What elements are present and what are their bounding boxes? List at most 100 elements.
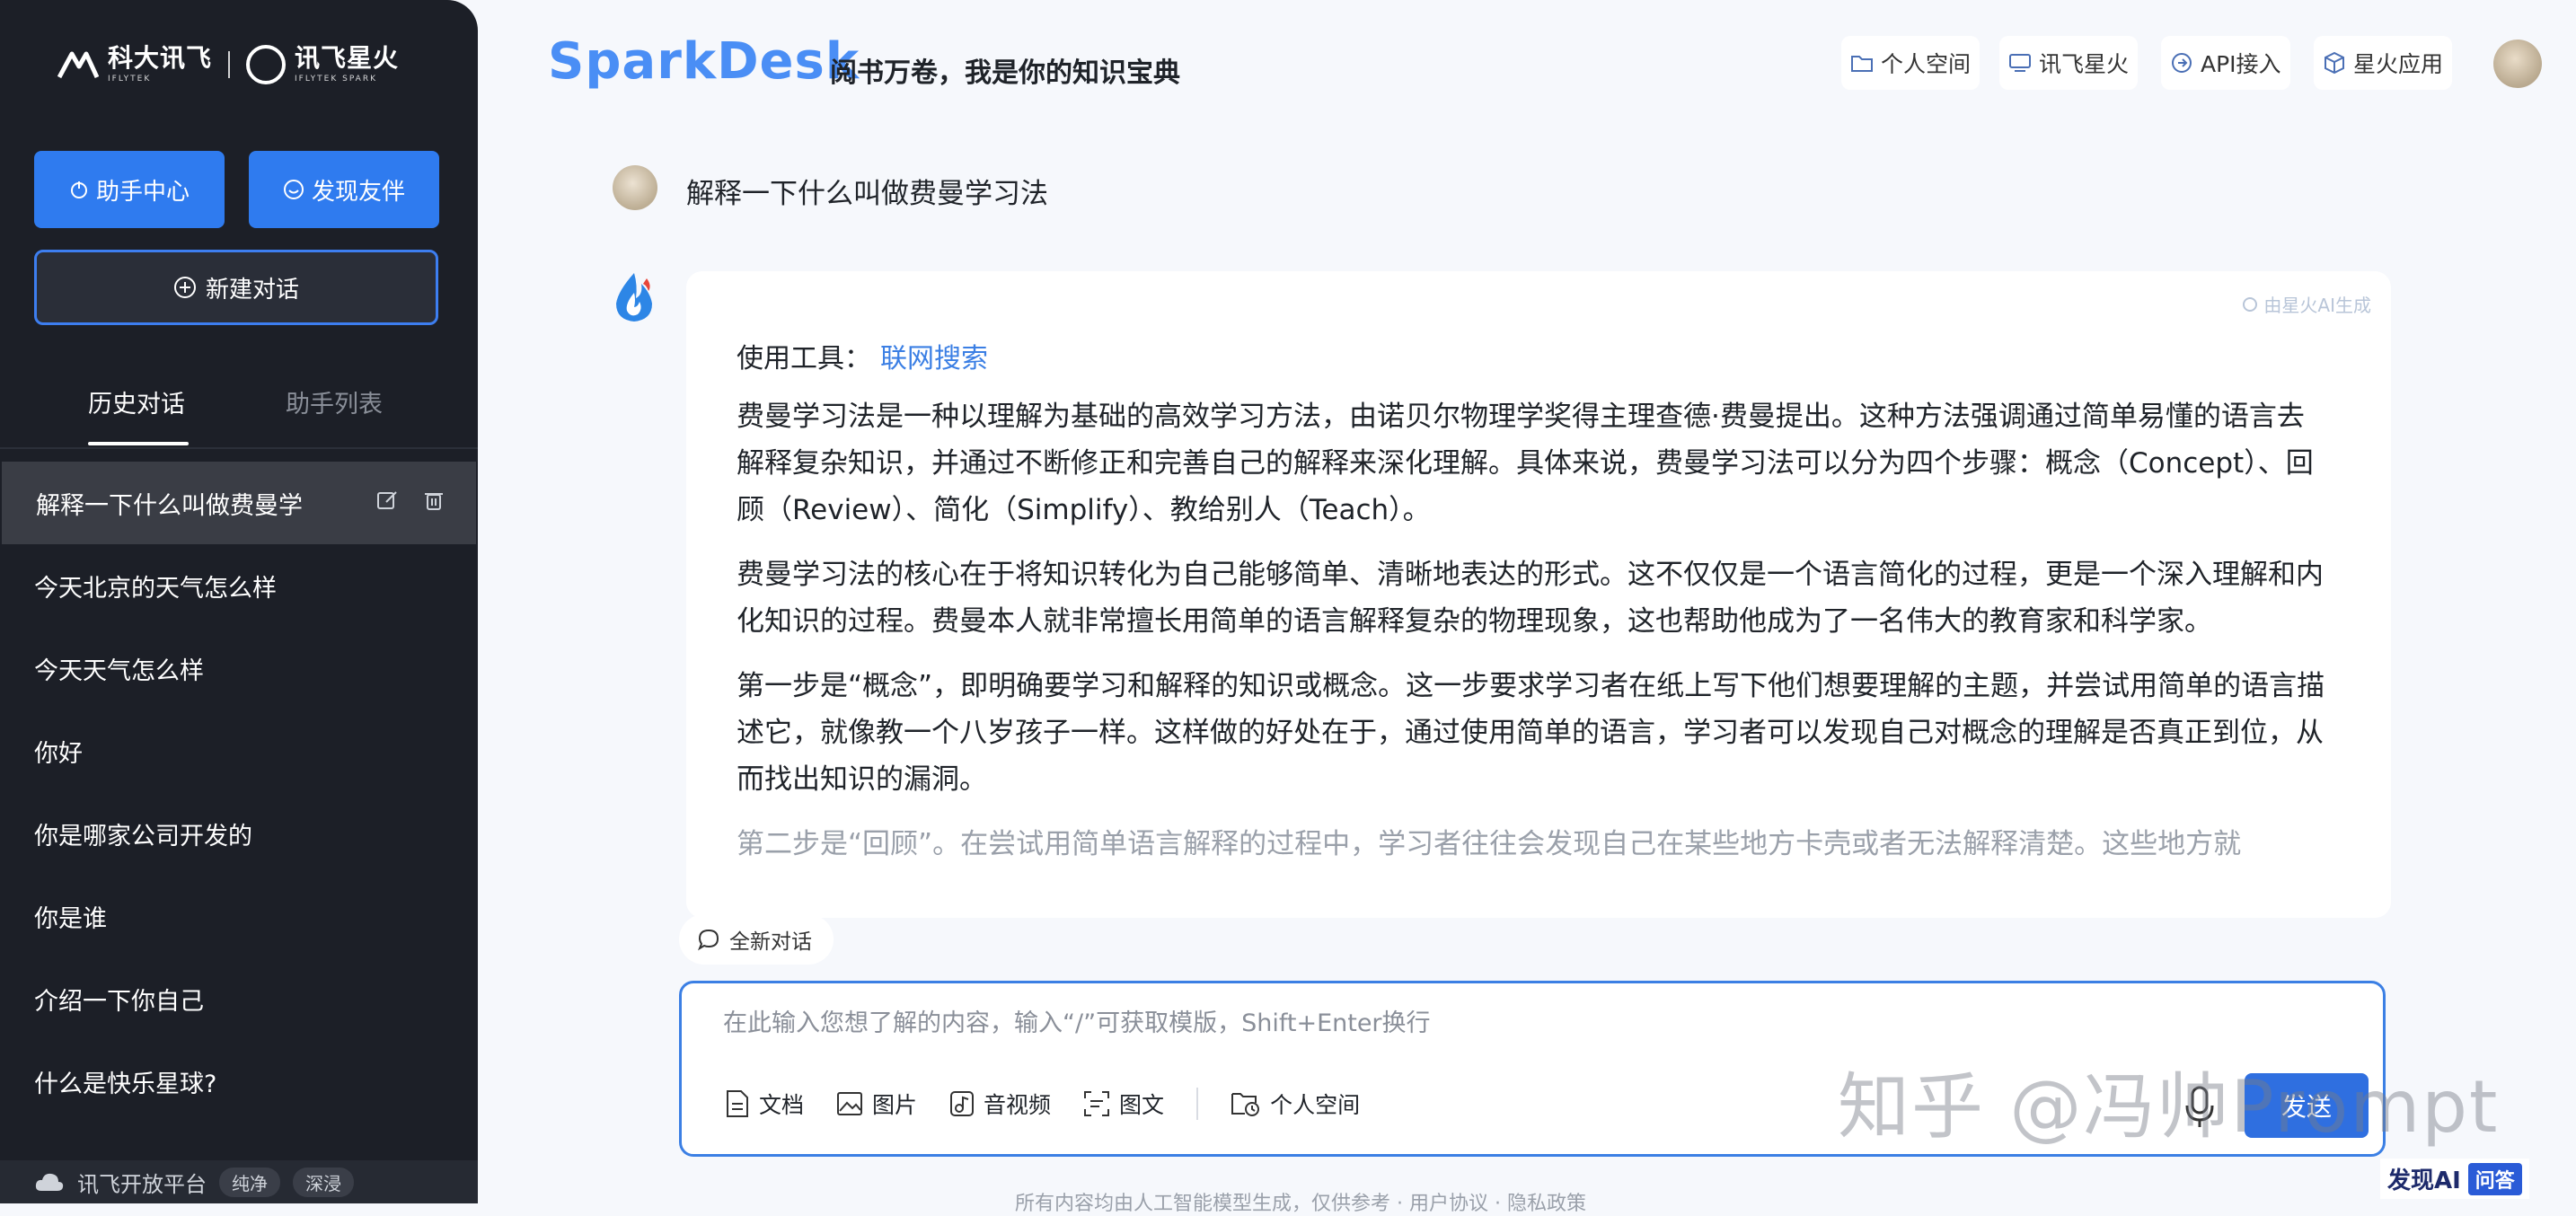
history-item-label: 解释一下什么叫做费曼学 xyxy=(36,491,303,520)
spark-small-icon xyxy=(2243,296,2258,312)
mode-pill-immersive[interactable]: 深浸 xyxy=(293,1167,354,1197)
nav-xunfei-spark-label: 讯飞星火 xyxy=(2039,51,2130,77)
history-item[interactable]: 你好 xyxy=(0,709,478,792)
tool-image-text-label: 图文 xyxy=(1119,1092,1165,1118)
ai-generated-tag: 由星火AI生成 xyxy=(2242,291,2371,317)
scan-text-icon xyxy=(1084,1091,1110,1116)
nav-api-access[interactable]: API接入 xyxy=(2161,36,2290,90)
history-list: 解释一下什么叫做费曼学 今天北京的天气怎么样 今天天气怎么样 你好 你是哪家公司… xyxy=(0,462,478,1123)
tool-personal-space-button[interactable]: 个人空间 xyxy=(1231,1088,1360,1120)
answer-text: 费曼学习法是一种以理解为基础的高效学习方法，由诺贝尔物理学奖得主理查德·费曼提出… xyxy=(737,393,2326,886)
tool-document-button[interactable]: 文档 xyxy=(725,1088,804,1120)
logo-left-sub: IFLYTEK xyxy=(108,75,152,84)
tab-history[interactable]: 历史对话 xyxy=(88,384,185,419)
logo-right-sub: IFLYTEK SPARK xyxy=(295,75,377,84)
corner-badge-brand: 发现AI xyxy=(2387,1168,2461,1194)
tab-active-indicator xyxy=(88,442,189,445)
spark-logo[interactable]: 讯飞星火 IFLYTEK SPARK xyxy=(246,45,399,84)
history-item-label: 今天天气怎么样 xyxy=(34,656,204,685)
spark-bot-icon xyxy=(616,273,652,322)
watermark: 知乎 @冯帅Prompt xyxy=(1838,1065,2500,1149)
assistant-center-button[interactable]: 助手中心 xyxy=(34,151,225,228)
sidebar-footer: 讯飞开放平台 纯净 深浸 xyxy=(0,1160,478,1203)
mode-pill-pure[interactable]: 纯净 xyxy=(219,1167,280,1197)
delete-icon[interactable] xyxy=(422,489,446,512)
power-icon xyxy=(70,181,87,198)
smile-icon xyxy=(283,180,304,199)
logo-divider xyxy=(228,51,231,78)
nav-xunfei-spark[interactable]: 讯飞星火 xyxy=(1999,36,2139,90)
corner-badge-tag: 问答 xyxy=(2467,1162,2522,1195)
history-item[interactable]: 今天北京的天气怎么样 xyxy=(0,544,478,627)
brand-logo[interactable]: SparkDesk xyxy=(548,32,860,91)
tab-assistants[interactable]: 助手列表 xyxy=(286,384,383,419)
history-item-label: 今天北京的天气怎么样 xyxy=(34,574,277,603)
tool-image-label: 图片 xyxy=(872,1092,918,1118)
history-item[interactable]: 今天天气怎么样 xyxy=(0,627,478,709)
iflytek-mark-icon xyxy=(57,51,99,79)
input-toolbar: 文档 图片 音视频 图文 个人空间 xyxy=(725,1088,1360,1120)
question-avatar xyxy=(613,165,657,210)
assistant-center-label: 助手中心 xyxy=(95,178,190,206)
nav-personal-space[interactable]: 个人空间 xyxy=(1841,36,1981,90)
tool-personal-space-label: 个人空间 xyxy=(1270,1092,1361,1118)
image-icon xyxy=(837,1092,863,1115)
history-item-actions xyxy=(375,489,446,512)
toolbar-divider xyxy=(1196,1088,1199,1120)
chat-bubble-icon xyxy=(697,929,719,951)
logo-left-text: 科大讯飞 xyxy=(108,43,213,73)
cube-icon xyxy=(2325,51,2344,75)
document-icon xyxy=(727,1090,748,1117)
tool-usage: 使用工具： 联网搜索 xyxy=(737,336,988,375)
logo-row: 科大讯飞 IFLYTEK 讯飞星火 IFLYTEK SPARK xyxy=(57,41,399,88)
logo-right-text: 讯飞星火 xyxy=(295,43,400,73)
history-item-label: 你好 xyxy=(34,739,83,768)
edit-icon[interactable] xyxy=(375,489,399,512)
new-chat-label: 新建对话 xyxy=(205,276,299,304)
tool-image-button[interactable]: 图片 xyxy=(836,1088,917,1120)
answer-card: 由星火AI生成 使用工具： 联网搜索 费曼学习法是一种以理解为基础的高效学习方法，… xyxy=(686,271,2391,918)
user-question: 解释一下什么叫做费曼学习法 xyxy=(686,178,1048,210)
nav-api-access-label: API接入 xyxy=(2201,51,2281,77)
monitor-icon xyxy=(2009,54,2031,72)
folder-clock-icon xyxy=(1231,1093,1260,1116)
history-item-label: 你是谁 xyxy=(34,904,107,933)
user-avatar[interactable] xyxy=(2493,40,2542,88)
history-item[interactable]: 你是谁 xyxy=(0,875,478,957)
sidebar-tabs: 历史对话 助手列表 xyxy=(0,377,478,449)
discover-partners-button[interactable]: 发现友伴 xyxy=(249,151,439,228)
history-item[interactable]: 什么是快乐星球? xyxy=(0,1040,478,1123)
answer-paragraph: 第一步是“概念”，即明确要学习和解释的知识或概念。这一步要求学习者在纸上写下他们… xyxy=(737,670,2325,796)
sidebar: 科大讯飞 IFLYTEK 讯飞星火 IFLYTEK SPARK 助手中心 发现友… xyxy=(0,0,478,1203)
tool-document-label: 文档 xyxy=(759,1092,805,1118)
ai-tag-label: 由星火AI生成 xyxy=(2263,295,2371,316)
plus-circle-icon xyxy=(173,277,196,298)
tool-av-button[interactable]: 音视频 xyxy=(949,1088,1051,1120)
history-item[interactable]: 你是哪家公司开发的 xyxy=(0,792,478,875)
folder-icon xyxy=(1851,56,1873,72)
iflytek-logo[interactable]: 科大讯飞 IFLYTEK xyxy=(57,46,212,84)
answer-fade xyxy=(686,855,2391,918)
chat-input[interactable] xyxy=(721,991,2072,1055)
discover-partners-label: 发现友伴 xyxy=(311,178,405,206)
open-platform-link[interactable]: 讯飞开放平台 xyxy=(77,1167,207,1198)
cloud-icon xyxy=(35,1173,64,1191)
history-item[interactable]: 介绍一下你自己 xyxy=(0,957,478,1040)
slogan: 阅书万卷，我是你的知识宝典 xyxy=(830,57,1180,89)
nav-spark-apps[interactable]: 星火应用 xyxy=(2314,36,2453,90)
footer-disclaimer: 所有内容均由人工智能模型生成，仅供参考 · 用户协议 · 隐私政策 xyxy=(1015,1193,1586,1215)
history-item-label: 介绍一下你自己 xyxy=(34,987,204,1016)
spark-mark-icon xyxy=(246,45,287,84)
new-chat-pill-button[interactable]: 全新对话 xyxy=(679,914,834,965)
history-item-label: 你是哪家公司开发的 xyxy=(34,822,252,850)
tool-name-link[interactable]: 联网搜索 xyxy=(880,343,988,374)
tool-label: 使用工具： xyxy=(737,343,871,374)
answer-paragraph: 费曼学习法是一种以理解为基础的高效学习方法，由诺贝尔物理学奖得主理查德·费曼提出… xyxy=(737,401,2314,526)
answer-paragraph: 费曼学习法的核心在于将知识转化为自己能够简单、清晰地表达的形式。这不仅仅是一个语… xyxy=(737,559,2324,638)
corner-badge: 发现AI 问答 xyxy=(2380,1159,2529,1199)
history-item[interactable]: 解释一下什么叫做费曼学 xyxy=(2,462,476,544)
tool-image-text-button[interactable]: 图文 xyxy=(1083,1088,1164,1120)
history-item-label: 什么是快乐星球? xyxy=(34,1070,217,1098)
new-chat-button[interactable]: 新建对话 xyxy=(34,250,438,325)
nav-personal-space-label: 个人空间 xyxy=(1881,51,1972,77)
